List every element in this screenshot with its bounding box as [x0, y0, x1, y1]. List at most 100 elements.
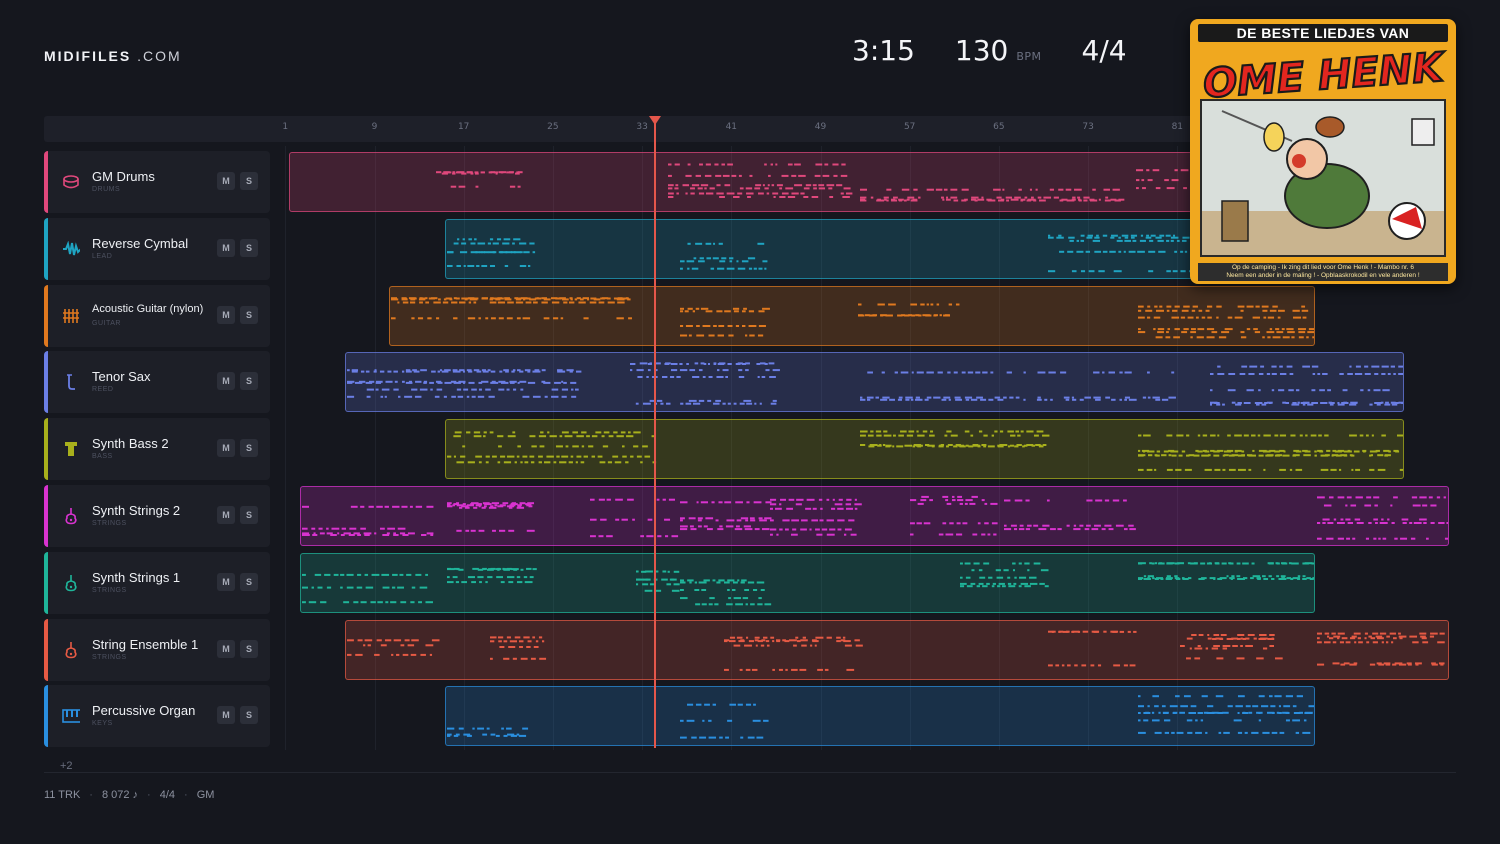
solo-button[interactable]: S: [240, 572, 258, 591]
cover-header: DE BESTE LIEDJES VAN: [1198, 24, 1448, 42]
mute-button[interactable]: M: [217, 572, 235, 591]
track-color-strip: [44, 351, 48, 414]
track-lane[interactable]: [278, 284, 1456, 346]
mute-button[interactable]: M: [217, 372, 235, 391]
album-cover: DE BESTE LIEDJES VAN OME HENK Op de camp…: [1190, 19, 1456, 284]
guitar-icon: [62, 307, 80, 325]
solo-button[interactable]: S: [240, 372, 258, 391]
track-header[interactable]: Synth Bass 2 BASS M S: [44, 418, 270, 481]
track-category: KEYS: [92, 720, 113, 728]
sax-icon: [62, 373, 80, 391]
ruler-tick: 25: [547, 122, 559, 132]
cover-title: OME HENK: [1202, 44, 1448, 103]
track-lane[interactable]: [278, 618, 1456, 680]
track-name: Percussive Organ: [92, 703, 196, 719]
track-category: STRINGS: [92, 586, 127, 594]
keyboard-icon: [62, 707, 80, 725]
midi-clip[interactable]: [345, 352, 1404, 413]
cover-tracklist-line-1: Op de camping - Ik zing dit lied voor Om…: [1231, 264, 1415, 271]
violin-icon: [62, 574, 80, 592]
playhead[interactable]: [654, 118, 656, 748]
violin-icon: [62, 641, 80, 659]
ruler-tick: 49: [814, 122, 827, 132]
mute-button[interactable]: M: [217, 506, 235, 524]
solo-button[interactable]: S: [240, 172, 258, 190]
midi-clip[interactable]: [300, 486, 1449, 546]
song-stats: 3:15 130 BPM 4/4: [852, 34, 1127, 67]
solo-button[interactable]: S: [240, 305, 258, 324]
mute-button[interactable]: M: [217, 439, 235, 458]
cover-tracklist-line-2: Neem een ander in de maling ! - Opblaask…: [1226, 272, 1420, 279]
track-color-strip: [44, 151, 48, 213]
brand-name: MIDIFILES: [44, 48, 132, 64]
track-header[interactable]: String Ensemble 1 STRINGS M S: [44, 618, 270, 681]
track-header[interactable]: Tenor Sax REED M S: [44, 351, 270, 414]
track-color-strip: [44, 685, 48, 748]
midi-clip[interactable]: [300, 552, 1315, 613]
note-pattern: [391, 296, 1314, 338]
track-category: BASS: [92, 453, 113, 461]
midi-clip[interactable]: [445, 419, 1404, 480]
track-color-strip: [44, 618, 48, 681]
ruler-tick: 81: [1171, 122, 1184, 132]
time-signature: 4/4: [1081, 34, 1127, 67]
mute-button[interactable]: M: [217, 639, 235, 658]
track-header[interactable]: Acoustic Guitar (nylon) GUITAR M S: [44, 284, 270, 347]
ruler-tick: 73: [1082, 122, 1094, 132]
drum-icon: [62, 173, 80, 191]
track-color-strip: [44, 418, 48, 481]
track-category: LEAD: [92, 252, 113, 260]
note-pattern: [447, 695, 1314, 739]
mute-button[interactable]: M: [217, 172, 235, 190]
note-pattern: [347, 362, 1403, 406]
cover-title-logo: OME HENK: [1201, 43, 1449, 103]
track-name: String Ensemble 1: [92, 636, 199, 652]
midi-standard: GM: [196, 789, 215, 801]
track-count: 11 TRK: [44, 789, 81, 801]
track-name: Reverse Cymbal: [92, 235, 189, 251]
mute-button[interactable]: M: [217, 706, 235, 725]
track-lane[interactable]: [278, 551, 1456, 613]
solo-button[interactable]: S: [240, 506, 258, 524]
ruler-tick: 65: [993, 122, 1005, 132]
track-name: Tenor Sax: [92, 369, 151, 385]
solo-button[interactable]: S: [240, 238, 258, 257]
track-color-strip: [44, 485, 48, 547]
note-pattern: [302, 561, 1314, 606]
midi-clip[interactable]: [445, 686, 1315, 747]
track-category: STRINGS: [92, 520, 127, 527]
track-header[interactable]: GM Drums DRUMS M S: [44, 151, 270, 213]
track-category: REED: [92, 386, 114, 394]
ruler-tick: 33: [636, 122, 648, 132]
track-lane[interactable]: [278, 684, 1456, 747]
track-color-strip: [44, 284, 48, 347]
mute-button[interactable]: M: [217, 305, 235, 324]
track-color-strip: [44, 217, 48, 280]
midi-clip[interactable]: [389, 285, 1315, 346]
violin-icon: [62, 507, 80, 525]
brand-logo: MIDIFILES .COM: [44, 48, 182, 64]
track-category: STRINGS: [92, 653, 127, 661]
waveform-icon: [62, 240, 80, 258]
track-lane[interactable]: [278, 350, 1456, 413]
track-header[interactable]: Synth Strings 1 STRINGS M S: [44, 551, 270, 614]
brand-domain: .COM: [131, 48, 182, 64]
bpm-unit: BPM: [1016, 50, 1042, 63]
solo-button[interactable]: S: [240, 706, 258, 725]
solo-button[interactable]: S: [240, 639, 258, 658]
separator: ·: [184, 789, 188, 801]
track-category: DRUMS: [92, 186, 121, 193]
track-lane[interactable]: [278, 484, 1456, 546]
track-name: GM Drums: [92, 169, 155, 184]
midi-clip[interactable]: [345, 619, 1449, 680]
note-pattern: [302, 495, 1448, 540]
mute-button[interactable]: M: [217, 238, 235, 257]
track-header[interactable]: Synth Strings 2 STRINGS M S: [44, 485, 270, 547]
more-tracks-label[interactable]: +2: [60, 760, 73, 772]
ruler-tick: 41: [725, 122, 738, 132]
track-header[interactable]: Percussive Organ KEYS M S: [44, 685, 270, 748]
separator: ·: [89, 789, 93, 801]
track-lane[interactable]: [278, 417, 1456, 480]
track-header[interactable]: Reverse Cymbal LEAD M S: [44, 217, 270, 280]
solo-button[interactable]: S: [240, 439, 258, 458]
